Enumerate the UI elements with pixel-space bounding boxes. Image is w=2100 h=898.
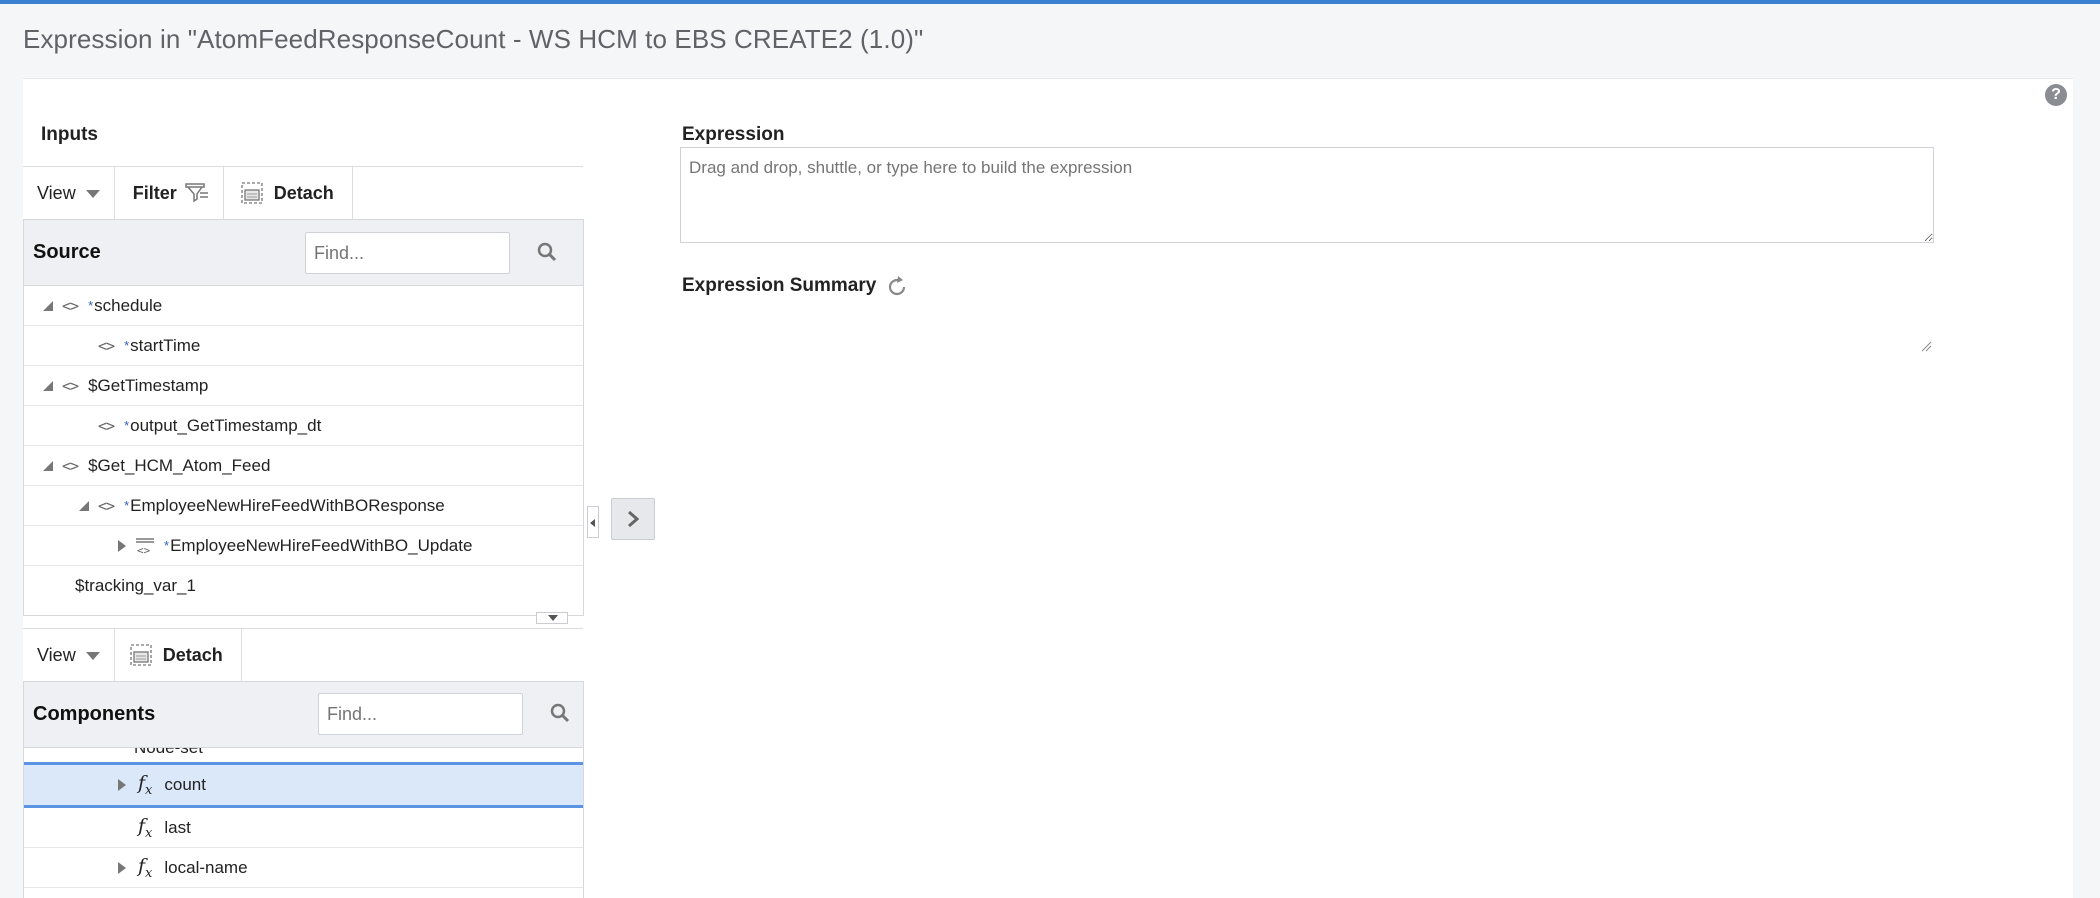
components-title: Components xyxy=(33,703,156,725)
code-brackets-icon: <> xyxy=(98,336,115,355)
collapse-panel-handle[interactable] xyxy=(587,506,599,538)
detach-icon xyxy=(241,182,263,204)
top-accent-bar xyxy=(0,0,2100,4)
scroll-down-button[interactable] xyxy=(536,612,568,624)
code-brackets-icon: <> xyxy=(62,376,79,395)
expand-toggle[interactable] xyxy=(116,539,128,552)
source-tree-panel: Source <> * schedule <> * startTime <> $… xyxy=(23,219,584,616)
components-toolbar: View Detach xyxy=(23,628,583,682)
fx-icon: fx xyxy=(138,772,153,798)
function-label: last xyxy=(164,817,191,837)
function-label: local-name xyxy=(164,857,248,877)
resize-grip-icon[interactable] xyxy=(1920,340,1932,352)
help-icon[interactable]: ? xyxy=(2045,84,2067,106)
source-header: Source xyxy=(24,220,583,286)
tree-row-output-gettimestamp[interactable]: <> * output_GetTimestamp_dt xyxy=(24,406,583,446)
detach-icon xyxy=(130,644,152,666)
partial-row: Node-set xyxy=(24,748,583,762)
tree-row-label: EmployeeNewHireFeedWithBOResponse xyxy=(130,495,445,515)
chevron-down-icon xyxy=(85,652,100,660)
inputs-label: Inputs xyxy=(41,124,98,145)
inputs-toolbar: View Filter Detach xyxy=(23,166,583,220)
tree-row-get-hcm-atom-feed[interactable]: <> $Get_HCM_Atom_Feed xyxy=(24,446,583,486)
function-row-count[interactable]: fx count xyxy=(24,762,583,808)
expand-toggle[interactable] xyxy=(116,779,128,791)
tree-row-label: startTime xyxy=(130,335,201,355)
inputs-view-menu[interactable]: View xyxy=(23,166,115,220)
repeating-element-icon: <> xyxy=(136,537,154,556)
chevron-down-icon xyxy=(85,190,100,198)
code-brackets-icon: <> xyxy=(62,456,79,475)
tree-row-gettimestamp[interactable]: <> $GetTimestamp xyxy=(24,366,583,406)
source-title: Source xyxy=(33,241,101,263)
expression-summary-label: Expression Summary xyxy=(682,275,877,296)
view-label: View xyxy=(37,182,76,203)
tree-row-tracking-var[interactable]: $tracking_var_1 xyxy=(24,566,583,606)
search-icon[interactable] xyxy=(535,240,559,264)
page-title: Expression in "AtomFeedResponseCount - W… xyxy=(23,24,924,54)
function-row-last[interactable]: fx last xyxy=(24,808,583,848)
components-tree-panel: Components Node-set fx count fx last fx … xyxy=(23,681,584,898)
tree-row-feed-update[interactable]: <> * EmployeeNewHireFeedWithBO_Update xyxy=(24,526,583,566)
code-brackets-icon: <> xyxy=(98,416,115,435)
required-marker: * xyxy=(164,538,170,553)
search-icon[interactable] xyxy=(548,701,572,725)
components-find-input[interactable] xyxy=(318,693,523,735)
required-marker: * xyxy=(124,498,130,513)
tree-row-label: schedule xyxy=(94,295,163,315)
function-row-partial xyxy=(24,888,583,898)
expand-toggle[interactable] xyxy=(42,300,54,312)
components-header: Components xyxy=(24,682,583,748)
shuttle-button[interactable] xyxy=(611,498,655,540)
expand-toggle[interactable] xyxy=(42,460,54,472)
tree-row-label: $GetTimestamp xyxy=(88,375,209,395)
fx-icon: fx xyxy=(138,814,153,841)
chevron-right-icon xyxy=(628,510,640,528)
expression-input[interactable] xyxy=(680,147,1934,243)
required-marker: * xyxy=(124,418,130,433)
filter-icon xyxy=(184,183,208,203)
tree-row-starttime[interactable]: <> * startTime xyxy=(24,326,583,366)
function-row-local-name[interactable]: fx local-name xyxy=(24,848,583,888)
tree-row-label: EmployeeNewHireFeedWithBO_Update xyxy=(170,535,473,555)
function-label: count xyxy=(164,775,206,794)
refresh-icon[interactable] xyxy=(885,275,909,299)
expand-toggle[interactable] xyxy=(116,861,128,874)
expand-toggle[interactable] xyxy=(78,500,90,512)
expand-toggle[interactable] xyxy=(42,380,54,392)
tree-row-label: $Get_HCM_Atom_Feed xyxy=(88,455,271,475)
code-brackets-icon: <> xyxy=(98,496,115,515)
inputs-detach-button[interactable]: Detach xyxy=(224,166,353,220)
partial-row-label: Node-set xyxy=(134,748,203,758)
required-marker: * xyxy=(88,298,94,313)
filter-label: Filter xyxy=(132,182,177,203)
filter-button[interactable]: Filter xyxy=(115,166,224,220)
fx-icon: fx xyxy=(138,854,153,881)
code-brackets-icon: <> xyxy=(62,296,79,315)
svg-text:<>: <> xyxy=(137,544,151,556)
view-label: View xyxy=(37,644,76,665)
tree-row-feed-response[interactable]: <> * EmployeeNewHireFeedWithBOResponse xyxy=(24,486,583,526)
components-detach-button[interactable]: Detach xyxy=(115,628,242,682)
tree-row-label: output_GetTimestamp_dt xyxy=(130,415,322,435)
detach-label: Detach xyxy=(273,182,334,203)
tree-row-schedule[interactable]: <> * schedule xyxy=(24,286,583,326)
detach-label: Detach xyxy=(162,644,223,665)
components-view-menu[interactable]: View xyxy=(23,628,115,682)
source-find-input[interactable] xyxy=(305,232,510,274)
required-marker: * xyxy=(124,338,130,353)
tree-row-label: $tracking_var_1 xyxy=(75,576,196,595)
expression-summary-area xyxy=(680,300,1934,354)
expression-label: Expression xyxy=(682,124,785,145)
